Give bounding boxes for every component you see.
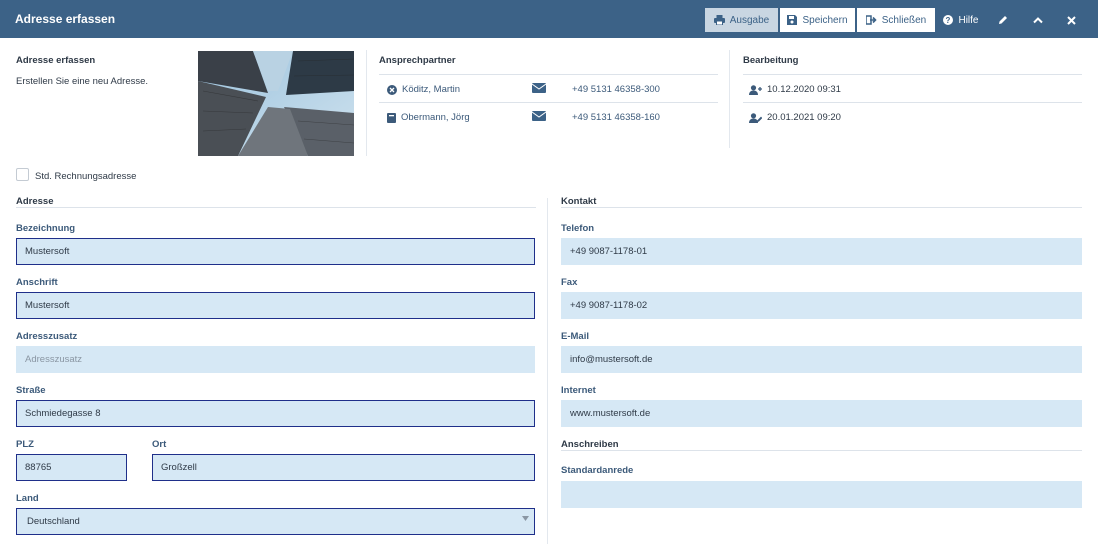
svg-text:?: ? xyxy=(946,16,951,25)
land-select[interactable]: Deutschland xyxy=(16,508,535,535)
pencil-icon xyxy=(999,16,1007,24)
address-section-title: Adresse xyxy=(16,196,54,207)
divider xyxy=(729,50,730,148)
contact-phone: +49 5131 46358-160 xyxy=(572,112,660,123)
divider xyxy=(561,450,1082,451)
telefon-label: Telefon xyxy=(561,223,595,234)
close-icon xyxy=(1066,15,1076,25)
divider xyxy=(366,50,367,156)
hilfe-button[interactable]: ? Hilfe xyxy=(940,8,982,32)
address-photo xyxy=(198,51,354,156)
schliessen-button[interactable]: Schließen xyxy=(857,8,935,32)
close-button[interactable] xyxy=(1056,8,1086,32)
divider xyxy=(379,74,718,75)
email-label: E-Mail xyxy=(561,331,589,342)
contact-name: Köditz, Martin xyxy=(402,84,461,95)
plz-field[interactable]: 88765 xyxy=(16,454,127,481)
anschreiben-section-title: Anschreiben xyxy=(561,439,619,450)
created-info: 10.12.2020 09:31 xyxy=(749,84,841,95)
created-date: 10.12.2020 09:31 xyxy=(767,84,841,95)
fax-field[interactable]: +49 9087-1178-02 xyxy=(561,292,1082,319)
email-field[interactable]: info@mustersoft.de xyxy=(561,346,1082,373)
divider xyxy=(379,102,718,103)
contact-section-title: Kontakt xyxy=(561,196,597,207)
contact-name: Obermann, Jörg xyxy=(401,112,470,123)
internet-field[interactable]: www.mustersoft.de xyxy=(561,400,1082,427)
sign-out-icon xyxy=(865,15,877,25)
std-rechnungsadresse-checkbox[interactable] xyxy=(16,168,29,181)
user-edit-icon xyxy=(749,112,762,123)
bezeichnung-label: Bezeichnung xyxy=(16,223,76,234)
adresszusatz-label: Adresszusatz xyxy=(16,331,78,342)
bezeichnung-field[interactable]: Mustersoft xyxy=(16,238,535,265)
edit-title: Bearbeitung xyxy=(743,55,799,66)
anschrift-label: Anschrift xyxy=(16,277,58,288)
telefon-field[interactable]: +49 9087-1178-01 xyxy=(561,238,1082,265)
user-plus-icon xyxy=(749,84,762,95)
divider xyxy=(16,207,536,208)
schliessen-label: Schließen xyxy=(881,14,927,26)
book-icon xyxy=(387,112,396,123)
strasse-label: Straße xyxy=(16,385,46,396)
internet-label: Internet xyxy=(561,385,596,396)
print-icon xyxy=(713,15,725,25)
ort-field[interactable]: Großzell xyxy=(152,454,535,481)
divider xyxy=(561,207,1082,208)
contact-phone: +49 5131 46358-300 xyxy=(572,84,660,95)
save-icon xyxy=(787,15,798,25)
close-circle-icon xyxy=(387,84,397,95)
ausgabe-button[interactable]: Ausgabe xyxy=(705,8,778,32)
info-description: Erstellen Sie eine neu Adresse. xyxy=(16,76,149,87)
edit-button[interactable] xyxy=(988,8,1018,32)
speichern-label: Speichern xyxy=(802,14,848,26)
info-title: Adresse erfassen xyxy=(16,55,96,66)
land-value: Deutschland xyxy=(27,516,80,527)
divider xyxy=(743,102,1082,103)
modified-date: 20.01.2021 09:20 xyxy=(767,112,841,123)
hilfe-label: Hilfe xyxy=(958,14,979,26)
chevron-up-icon xyxy=(1033,17,1043,24)
contacts-title: Ansprechpartner xyxy=(379,55,456,66)
envelope-icon[interactable] xyxy=(531,108,547,126)
window-title: Adresse erfassen xyxy=(15,12,116,26)
adresszusatz-field[interactable]: Adresszusatz xyxy=(16,346,535,373)
collapse-button[interactable] xyxy=(1023,8,1053,32)
caret-down-icon xyxy=(522,516,529,521)
contact-row-2-name[interactable]: Obermann, Jörg xyxy=(387,112,470,123)
land-label: Land xyxy=(16,493,39,504)
standardanrede-field[interactable] xyxy=(561,481,1082,508)
checkbox-label: Std. Rechnungsadresse xyxy=(35,171,137,182)
strasse-field[interactable]: Schmiedegasse 8 xyxy=(16,400,535,427)
plz-label: PLZ xyxy=(16,439,34,450)
divider xyxy=(547,198,548,544)
question-circle-icon: ? xyxy=(943,15,954,25)
title-bar: Adresse erfassen Ausgabe Speichern Schli… xyxy=(0,0,1098,38)
standardanrede-label: Standardanrede xyxy=(561,465,634,476)
fax-label: Fax xyxy=(561,277,578,288)
anschrift-field[interactable]: Mustersoft xyxy=(16,292,535,319)
divider xyxy=(743,74,1082,75)
modified-info: 20.01.2021 09:20 xyxy=(749,112,841,123)
ort-label: Ort xyxy=(152,439,167,450)
speichern-button[interactable]: Speichern xyxy=(780,8,855,32)
envelope-icon[interactable] xyxy=(531,80,547,98)
contact-row-1-name[interactable]: Köditz, Martin xyxy=(387,84,460,95)
ausgabe-label: Ausgabe xyxy=(729,14,770,26)
